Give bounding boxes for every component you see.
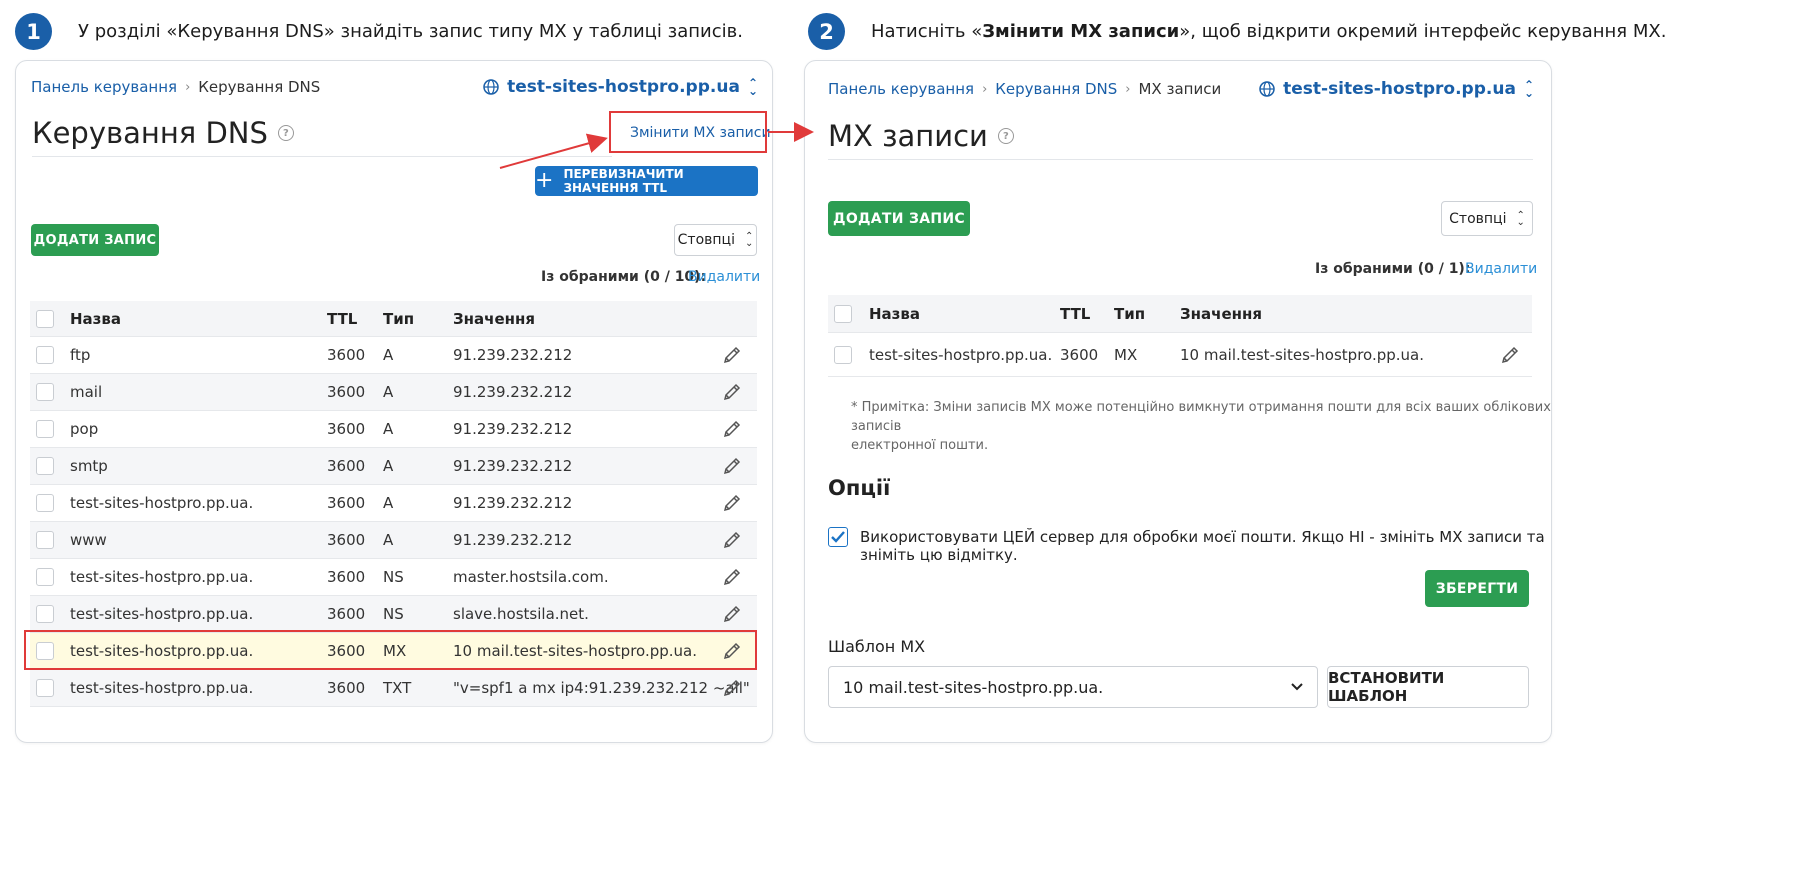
arrow-to-change-mx	[499, 133, 608, 169]
annotation-arrows	[499, 122, 814, 169]
